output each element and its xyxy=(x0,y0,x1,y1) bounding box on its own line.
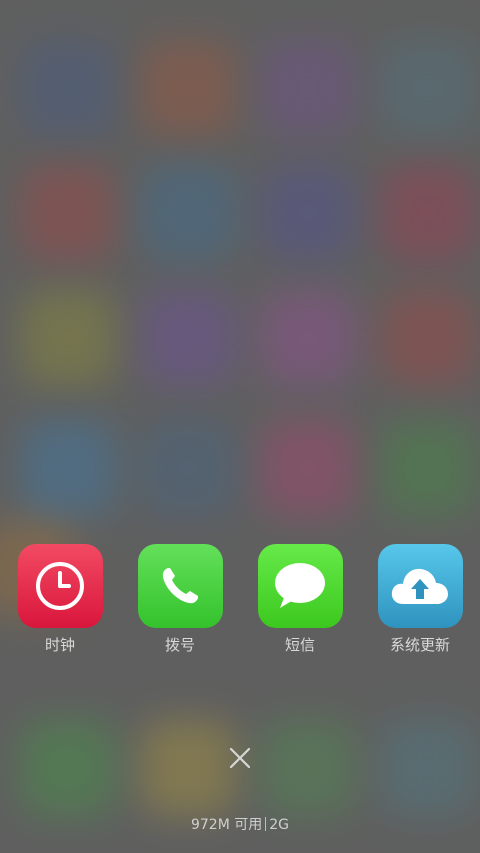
status-divider xyxy=(265,817,267,831)
recent-app-messages[interactable]: 短信 xyxy=(250,544,350,654)
phone-app-icon[interactable] xyxy=(137,544,223,628)
recent-apps-row: 时钟 拨号 短信 系统更新 xyxy=(0,544,480,656)
recent-apps-screen: 时钟 拨号 短信 系统更新 972M 可用 2G xyxy=(0,0,480,853)
recent-app-label: 时钟 xyxy=(44,636,75,654)
clock-app-icon[interactable] xyxy=(17,544,103,628)
phone-icon xyxy=(162,568,198,604)
recent-app-label: 短信 xyxy=(284,636,315,654)
recent-app-label: 系统更新 xyxy=(389,636,450,654)
recent-app-system-update[interactable]: 系统更新 xyxy=(370,544,470,654)
recent-app-phone[interactable]: 拨号 xyxy=(130,544,230,654)
cloud-upload-icon xyxy=(391,568,448,604)
memory-available-text: 972M 可用 xyxy=(190,817,263,833)
clear-all-button[interactable] xyxy=(224,742,256,774)
clock-icon xyxy=(36,562,84,610)
memory-status: 972M 可用 2G xyxy=(0,815,480,835)
messages-app-icon[interactable] xyxy=(257,544,343,628)
background-scrim xyxy=(0,0,480,853)
system-update-app-icon[interactable] xyxy=(377,544,463,628)
message-icon xyxy=(275,563,325,608)
close-icon xyxy=(229,747,251,769)
network-type-text: 2G xyxy=(269,817,290,833)
recent-app-clock[interactable]: 时钟 xyxy=(10,544,110,654)
recent-app-label: 拨号 xyxy=(164,636,195,654)
